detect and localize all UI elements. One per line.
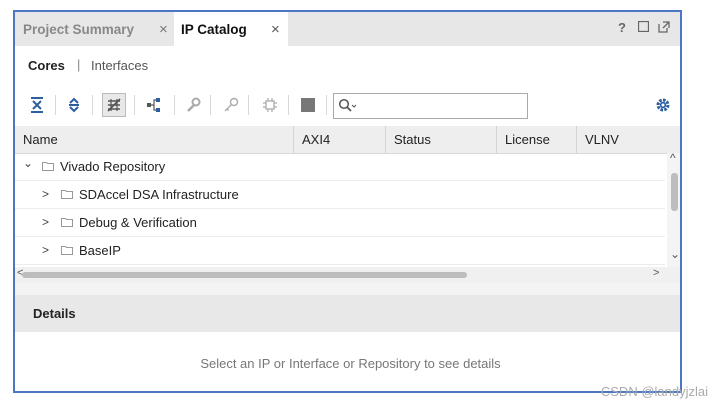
toolbar-divider [134, 95, 135, 115]
filter-icon[interactable] [102, 93, 126, 117]
horizontal-scrollbar[interactable]: < > [15, 267, 680, 283]
tree-row-debug-verification[interactable]: > Debug & Verification [15, 209, 665, 237]
folder-icon [42, 162, 54, 171]
stop-icon[interactable] [296, 93, 320, 117]
column-license[interactable]: License [497, 126, 577, 153]
details-message: Select an IP or Interface or Repository … [200, 356, 501, 371]
folder-icon [61, 246, 73, 255]
toolbar-divider [288, 95, 289, 115]
tab-bar: Project Summary × IP Catalog × ? [15, 12, 680, 46]
vertical-scrollbar[interactable]: ^ ⌄ [667, 151, 680, 267]
interfaces-link[interactable]: Interfaces [91, 58, 148, 73]
tree-row-label: Vivado Repository [60, 159, 166, 174]
key-icon[interactable] [219, 93, 243, 117]
tree-row-sdaccel[interactable]: > SDAccel DSA Infrastructure [15, 181, 665, 209]
toolbar-divider [210, 95, 211, 115]
tree-row-baseip[interactable]: > BaseIP [15, 237, 665, 265]
chip-icon[interactable] [258, 93, 282, 117]
chevron-down-icon[interactable]: ⌄ [23, 156, 33, 170]
toolbar-divider [55, 95, 56, 115]
view-switcher: Cores | Interfaces [15, 46, 680, 85]
ip-catalog-window: Project Summary × IP Catalog × ? Cores |… [13, 10, 682, 393]
close-icon[interactable]: × [159, 21, 168, 38]
ip-tree: ⌄ Vivado Repository > SDAccel DSA Infras… [15, 153, 665, 267]
folder-icon [61, 218, 73, 227]
tree-row-vivado-repository[interactable]: ⌄ Vivado Repository [15, 153, 665, 181]
tab-label: Project Summary [23, 21, 135, 37]
gear-icon[interactable] [651, 93, 675, 117]
tree-row-label: SDAccel DSA Infrastructure [79, 187, 239, 202]
details-title: Details [33, 306, 76, 321]
watermark: CSDN @landyjzlai [600, 384, 708, 399]
vertical-scroll-thumb[interactable] [671, 173, 678, 211]
column-vlnv[interactable]: VLNV [577, 126, 667, 153]
search-icon [338, 98, 358, 117]
hierarchy-icon[interactable] [143, 93, 167, 117]
cores-link[interactable]: Cores [28, 58, 65, 73]
tree-row-label: Debug & Verification [79, 215, 197, 230]
table-header: Name AXI4 Status License VLNV [15, 126, 680, 154]
tab-ip-catalog[interactable]: IP Catalog × [174, 12, 288, 46]
tab-label: IP Catalog [181, 21, 247, 37]
chevron-right-icon[interactable]: > [42, 187, 49, 201]
tab-project-summary[interactable]: Project Summary × [15, 12, 173, 46]
column-status[interactable]: Status [386, 126, 497, 153]
collapse-all-icon[interactable] [25, 93, 49, 117]
maximize-icon[interactable] [636, 20, 650, 35]
float-window-icon[interactable] [657, 21, 671, 35]
scroll-up-icon[interactable]: ^ [670, 151, 676, 165]
toolbar-divider [174, 95, 175, 115]
panel-divider[interactable] [15, 283, 680, 295]
wrench-icon[interactable] [181, 93, 205, 117]
folder-icon [61, 190, 73, 199]
horizontal-scroll-thumb[interactable] [22, 272, 467, 278]
toolbar-divider [326, 95, 327, 115]
search-input[interactable] [333, 93, 528, 119]
close-icon[interactable]: × [271, 21, 280, 38]
column-name[interactable]: Name [15, 126, 294, 153]
toolbar [15, 84, 680, 126]
scroll-right-icon[interactable]: > [653, 267, 659, 279]
tree-row-label: BaseIP [79, 243, 121, 258]
help-icon[interactable]: ? [615, 21, 629, 35]
chevron-right-icon[interactable]: > [42, 215, 49, 229]
separator: | [77, 57, 81, 72]
toolbar-divider [248, 95, 249, 115]
expand-all-icon[interactable] [62, 93, 86, 117]
scroll-down-icon[interactable]: ⌄ [670, 247, 680, 261]
column-axi4[interactable]: AXI4 [294, 126, 386, 153]
chevron-right-icon[interactable]: > [42, 243, 49, 257]
toolbar-divider [92, 95, 93, 115]
details-header: Details [15, 295, 680, 332]
